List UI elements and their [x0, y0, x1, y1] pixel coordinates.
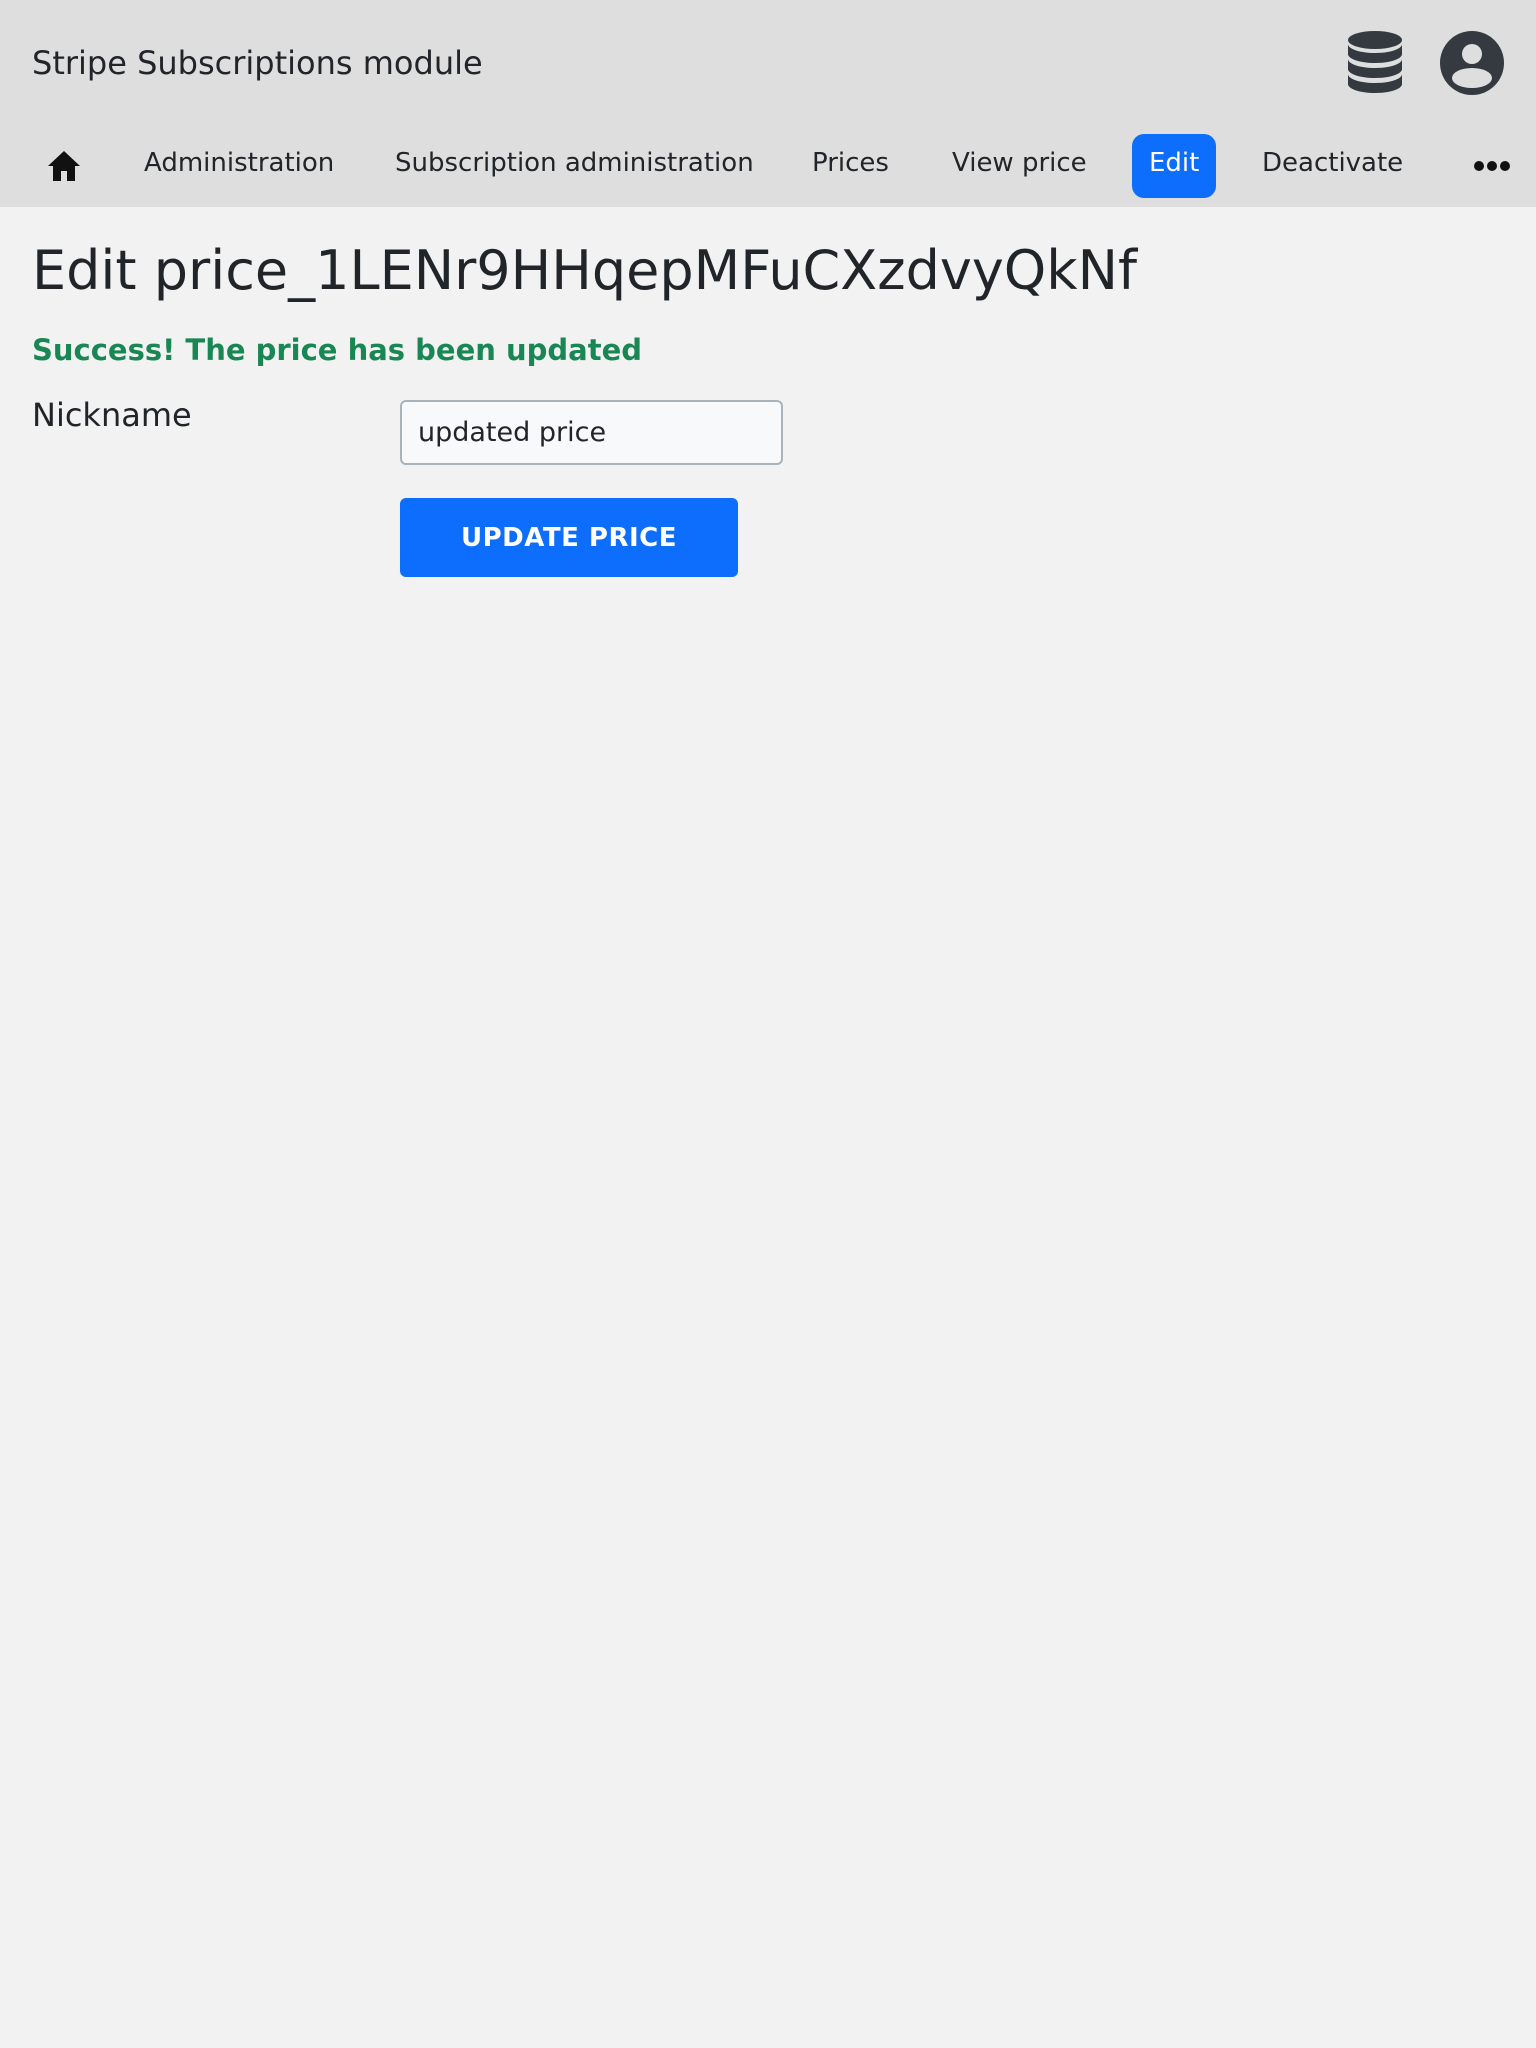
top-bar: Stripe Subscriptions module Administrati… — [0, 0, 1536, 207]
nav-item-administration[interactable]: Administration — [144, 134, 334, 198]
nav-item-prices[interactable]: Prices — [812, 134, 889, 198]
nickname-label: Nickname — [32, 396, 192, 434]
nav-item-subscription-administration[interactable]: Subscription administration — [395, 134, 754, 198]
success-message: Success! The price has been updated — [32, 333, 643, 367]
app-title[interactable]: Stripe Subscriptions module — [32, 40, 483, 86]
nav-item-deactivate[interactable]: Deactivate — [1262, 134, 1403, 198]
nickname-input[interactable] — [400, 400, 783, 465]
user-account-icon[interactable] — [1440, 31, 1504, 95]
database-icon[interactable] — [1346, 30, 1404, 96]
page-title: Edit price_1LENr9HHqepMFuCXzdvyQkNf — [32, 239, 1137, 302]
home-icon[interactable] — [46, 147, 82, 185]
nav-item-view-price[interactable]: View price — [952, 134, 1087, 198]
more-dots-icon[interactable] — [1472, 154, 1512, 178]
nav-item-edit[interactable]: Edit — [1132, 134, 1217, 198]
update-price-button[interactable]: UPDATE PRICE — [400, 498, 738, 577]
breadcrumb-nav: Administration Subscription administrati… — [0, 134, 1536, 198]
